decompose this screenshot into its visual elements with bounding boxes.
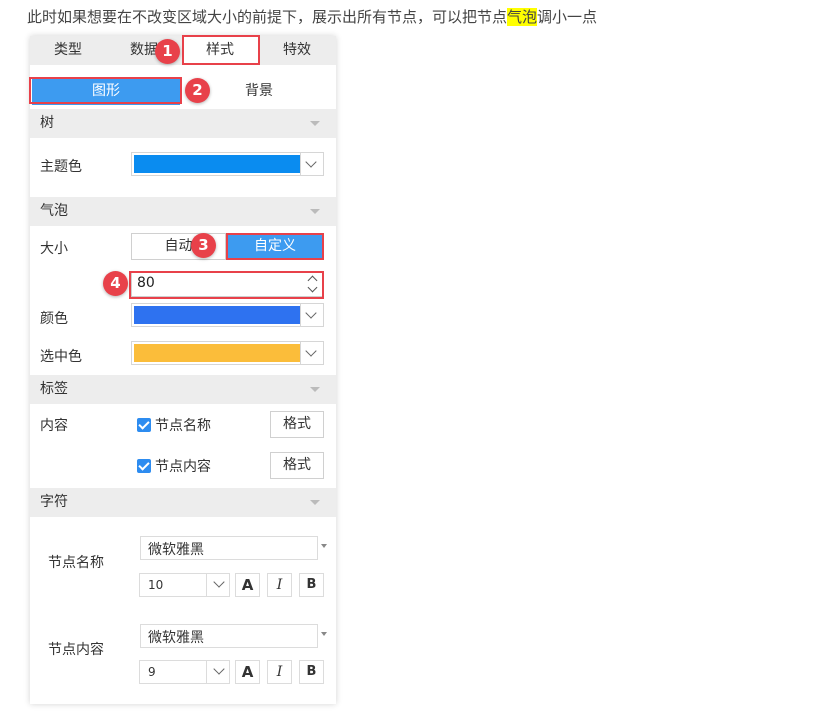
intro-text: 此时如果想要在不改变区域大小的前提下，展示出所有节点，可以把节点气泡调小一点 (27, 6, 597, 27)
intro-before: 此时如果想要在不改变区域大小的前提下，展示出所有节点，可以把节点 (27, 8, 508, 26)
size-dropdown[interactable] (206, 574, 229, 596)
section-font-title: 字符 (40, 494, 68, 510)
size-label: 大小 (40, 241, 68, 257)
b-button[interactable]: B (299, 573, 324, 597)
collapse-arrow-icon[interactable] (310, 121, 320, 126)
section-bubble[interactable]: 气泡 (30, 197, 336, 226)
bubble-color-picker[interactable] (131, 303, 324, 327)
dropdown-arrow-icon (321, 544, 327, 548)
section-bubble-label: 气泡 (40, 203, 68, 219)
bubble-color-dropdown[interactable] (300, 304, 323, 326)
collapse-arrow-icon[interactable] (310, 387, 320, 392)
chevron-down-icon (305, 156, 317, 168)
theme-color-swatch (134, 155, 300, 173)
section-tree[interactable]: 树 (30, 109, 336, 138)
node-content-format-button[interactable]: 格式 (270, 452, 324, 479)
node-name-font-select[interactable]: 微软雅黑 (140, 536, 327, 560)
chevron-down-icon (305, 345, 317, 357)
chevron-down-icon (213, 663, 225, 675)
selected-color-label: 选中色 (40, 349, 82, 365)
selected-color-dropdown[interactable] (300, 342, 323, 364)
section-label-title: 标签 (40, 381, 68, 397)
tab-type[interactable]: 类型 (30, 36, 106, 65)
content-label: 内容 (40, 418, 68, 434)
node-name-font-label: 节点名称 (48, 555, 104, 571)
callout-badge-2: 2 (185, 78, 210, 103)
bubble-color-label: 颜色 (40, 311, 68, 327)
b-button[interactable]: B (299, 660, 324, 684)
highlight-box-size-input (129, 271, 324, 299)
node-content-font-label: 节点内容 (48, 642, 104, 658)
collapse-arrow-icon[interactable] (310, 209, 320, 214)
section-tree-label: 树 (40, 115, 54, 131)
selected-color-picker[interactable] (131, 341, 324, 365)
node-content-font-value: 微软雅黑 (148, 630, 204, 646)
bold-button[interactable]: A (235, 573, 260, 597)
settings-panel: 类型 数据 样式 特效 图形 背景 树 主题色 气泡 大小 自动 自定义 80 … (30, 36, 336, 704)
chevron-down-icon (305, 307, 317, 319)
highlight-box-style-tab (182, 35, 260, 65)
italic-button[interactable]: I (267, 573, 292, 597)
section-font[interactable]: 字符 (30, 488, 336, 517)
node-name-checkbox[interactable] (137, 418, 151, 432)
node-name-option[interactable]: 节点名称 (155, 415, 211, 435)
section-label[interactable]: 标签 (30, 375, 336, 404)
collapse-arrow-icon[interactable] (310, 500, 320, 505)
theme-color-label: 主题色 (40, 159, 82, 175)
callout-badge-1: 1 (155, 39, 180, 64)
size-dropdown[interactable] (206, 661, 229, 683)
tab-effects[interactable]: 特效 (258, 36, 336, 65)
node-content-size-value: 9 (148, 665, 156, 679)
node-content-option[interactable]: 节点内容 (155, 456, 211, 476)
intro-highlight: 气泡 (507, 8, 538, 26)
node-name-size-value: 10 (148, 578, 164, 592)
node-name-font-value: 微软雅黑 (148, 542, 204, 558)
callout-badge-4: 4 (103, 271, 128, 296)
chevron-down-icon (213, 576, 225, 588)
italic-button[interactable]: I (267, 660, 292, 684)
intro-after: 调小一点 (537, 8, 598, 26)
node-name-format-button[interactable]: 格式 (270, 411, 324, 438)
highlight-box-custom-button (226, 233, 324, 260)
theme-color-picker[interactable] (131, 152, 324, 176)
highlight-box-graphics-subtab (29, 77, 182, 104)
theme-color-dropdown[interactable] (300, 153, 323, 175)
bold-button[interactable]: A (235, 660, 260, 684)
node-name-size-select[interactable]: 10 (139, 573, 230, 597)
bubble-color-swatch (134, 306, 300, 324)
dropdown-arrow-icon (321, 632, 327, 636)
node-content-checkbox[interactable] (137, 459, 151, 473)
selected-color-swatch (134, 344, 300, 362)
node-content-font-select[interactable]: 微软雅黑 (140, 624, 327, 648)
node-content-size-select[interactable]: 9 (139, 660, 230, 684)
callout-badge-3: 3 (191, 233, 216, 258)
